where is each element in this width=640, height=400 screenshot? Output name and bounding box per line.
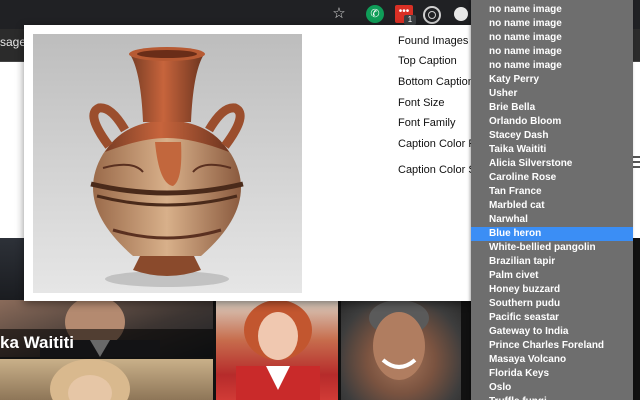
dropdown-option[interactable]: Brazilian tapir	[471, 255, 633, 269]
person-silhouette-icon	[50, 359, 130, 400]
hamburger-menu-icon[interactable]	[632, 156, 640, 171]
dropdown-option[interactable]: no name image	[471, 17, 633, 31]
dropdown-option[interactable]: no name image	[471, 59, 633, 73]
dropdown-option[interactable]: Brie Bella	[471, 101, 633, 115]
grid-photo[interactable]	[0, 359, 213, 400]
meme-extension-icon[interactable]: ••• 1	[395, 5, 416, 25]
person-silhouette-icon	[369, 300, 429, 380]
setting-font-size[interactable]: Font Size	[398, 96, 444, 110]
dropdown-option[interactable]: Stacey Dash	[471, 129, 633, 143]
dropdown-option[interactable]: Blue heron	[471, 227, 633, 241]
image-preview	[33, 34, 302, 293]
dropdown-option[interactable]: Florida Keys	[471, 367, 633, 381]
dropdown-option[interactable]: Prince Charles Foreland	[471, 339, 633, 353]
dropdown-option[interactable]: Pacific seastar	[471, 311, 633, 325]
dropdown-options: no name image no name image no name image n…	[471, 3, 633, 400]
dropdown-option[interactable]: Masaya Volcano	[471, 353, 633, 367]
dropdown-option[interactable]: Katy Perry	[471, 73, 633, 87]
dropdown-option[interactable]: Orlando Bloom	[471, 115, 633, 129]
setting-found-images[interactable]: Found Images	[398, 34, 468, 48]
bookmark-star-icon[interactable]: ☆	[330, 5, 348, 23]
setting-top-caption[interactable]: Top Caption	[398, 54, 457, 68]
found-images-dropdown[interactable]: no name image no name image no name image n…	[471, 0, 633, 400]
dropdown-option[interactable]: Gateway to India	[471, 325, 633, 339]
grid-photo[interactable]	[0, 238, 24, 300]
setting-font-family[interactable]: Font Family	[398, 116, 455, 130]
dropdown-option[interactable]: White-bellied pangolin	[471, 241, 633, 255]
dropdown-option[interactable]: no name image	[471, 45, 633, 59]
dropdown-option[interactable]: Alicia Silverstone	[471, 157, 633, 171]
dropdown-option[interactable]: Taika Waititi	[471, 143, 633, 157]
profile-avatar-icon[interactable]	[454, 7, 468, 21]
extension-badge: 1	[404, 15, 416, 25]
dropdown-option[interactable]: Palm civet	[471, 269, 633, 283]
setting-bottom-caption[interactable]: Bottom Caption	[398, 75, 474, 89]
meme-generator-popup: Found Images Top Caption Bottom Caption …	[24, 25, 500, 301]
grid-photo-captioned[interactable]: ka Waititi	[0, 300, 213, 357]
grid-photo[interactable]	[341, 300, 461, 400]
dropdown-option[interactable]: Narwhal	[471, 213, 633, 227]
person-silhouette-icon	[236, 300, 320, 400]
dropdown-option[interactable]: no name image	[471, 3, 633, 17]
phone-extension-icon[interactable]: ✆	[366, 5, 384, 23]
amphora-image	[89, 47, 245, 287]
setting-caption-color-fill[interactable]: Caption Color Fill	[398, 137, 482, 151]
dropdown-option[interactable]: Oslo	[471, 381, 633, 395]
record-extension-icon[interactable]	[423, 6, 441, 24]
dropdown-option[interactable]: no name image	[471, 31, 633, 45]
dropdown-option[interactable]: Southern pudu	[471, 297, 633, 311]
dropdown-option[interactable]: Caroline Rose	[471, 171, 633, 185]
photo-caption: ka Waititi	[0, 333, 74, 352]
dropdown-option[interactable]: Tan France	[471, 185, 633, 199]
grid-photo[interactable]	[216, 300, 338, 400]
dropdown-option[interactable]: Truffle fungi	[471, 395, 633, 400]
dropdown-option[interactable]: Marbled cat	[471, 199, 633, 213]
dropdown-option[interactable]: Usher	[471, 87, 633, 101]
dropdown-option[interactable]: Honey buzzard	[471, 283, 633, 297]
